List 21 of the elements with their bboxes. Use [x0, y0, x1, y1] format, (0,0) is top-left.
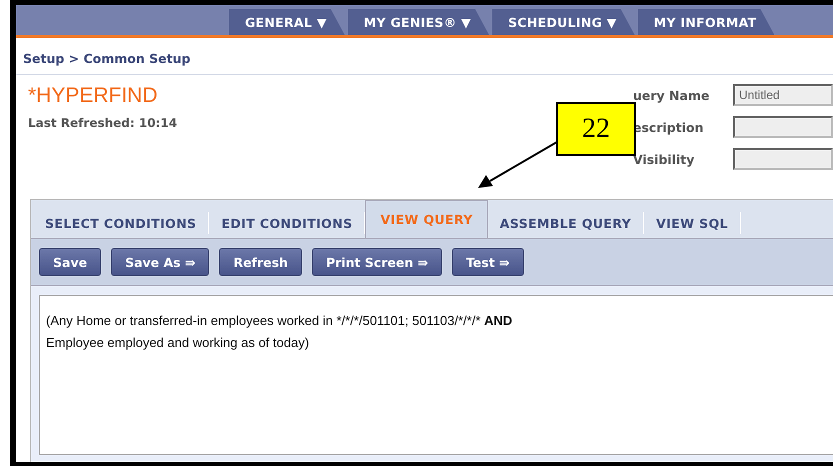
- callout-number: 22: [556, 102, 636, 156]
- nav-tab[interactable]: MY GENIES® ▼: [348, 9, 490, 35]
- nav-tab[interactable]: MY INFORMAT: [638, 9, 774, 35]
- input-field[interactable]: [733, 148, 833, 170]
- input-field[interactable]: [733, 116, 833, 138]
- tab[interactable]: VIEW SQL: [644, 212, 741, 234]
- toolbar-button[interactable]: Print Screen ⇛: [312, 248, 442, 276]
- tab[interactable]: SELECT CONDITIONS: [33, 212, 210, 234]
- nav-tab[interactable]: GENERAL ▼: [229, 9, 345, 35]
- toolbar-button[interactable]: Refresh: [219, 248, 302, 276]
- nav-tab[interactable]: SCHEDULING ▼: [492, 9, 635, 35]
- last-refreshed-text: Last Refreshed: 10:14: [28, 116, 178, 130]
- page-title: *HYPERFIND: [28, 84, 159, 108]
- input-field[interactable]: Untitled: [733, 84, 833, 106]
- toolbar-button[interactable]: Save: [39, 248, 102, 276]
- tab[interactable]: ASSEMBLE QUERY: [488, 212, 644, 234]
- breadcrumb: Setup > Common Setup: [16, 38, 833, 75]
- toolbar-button[interactable]: Test ⇛: [452, 248, 524, 276]
- query-text: (Any Home or transferred-in employees worked in */*/*/501101; 501103/*/*/* AND Employee employed and working as of today): [39, 295, 833, 455]
- field-label: uery Name: [632, 88, 710, 102]
- toolbar-button[interactable]: Save As ⇛: [111, 248, 210, 276]
